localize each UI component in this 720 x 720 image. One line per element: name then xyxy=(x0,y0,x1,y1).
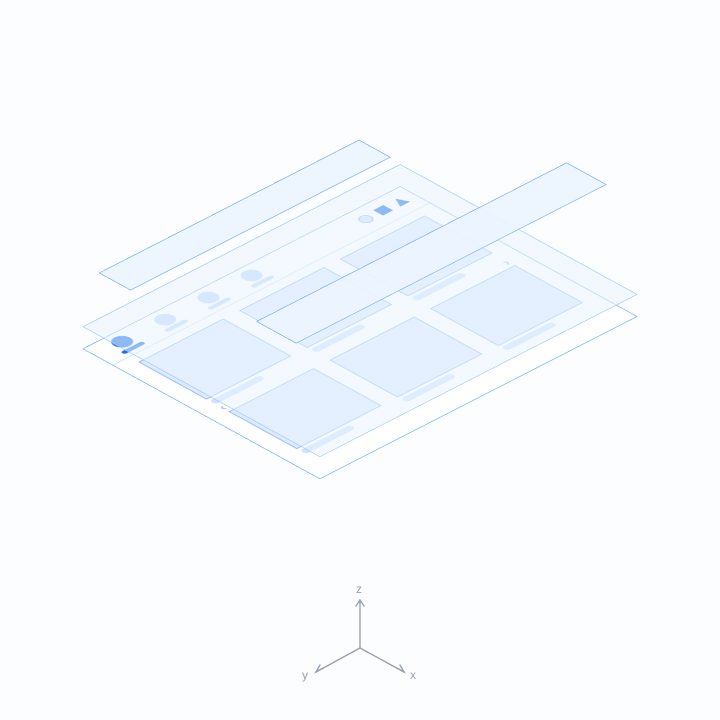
axis-y xyxy=(316,648,360,672)
arrowhead-icon xyxy=(397,665,404,672)
axis-x xyxy=(360,648,404,672)
arrowhead-icon xyxy=(316,665,323,672)
arrowhead-icon xyxy=(356,600,364,606)
axis-label-y: y xyxy=(302,668,308,682)
layer-stack: ‹ › xyxy=(82,186,638,479)
axis-label-x: x xyxy=(410,668,416,682)
axis-label-z: z xyxy=(356,582,362,596)
isometric-scene: ‹ › xyxy=(82,186,638,479)
